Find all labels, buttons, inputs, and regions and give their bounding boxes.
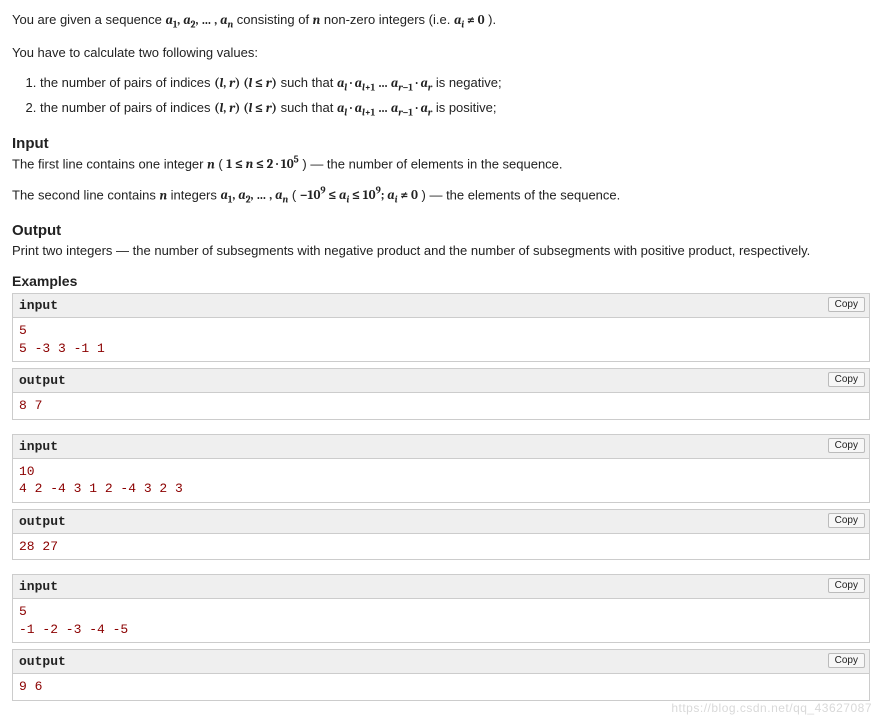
- copy-button[interactable]: Copy: [828, 513, 865, 528]
- text: the number of pairs of indices: [40, 75, 214, 90]
- text: integers: [171, 187, 221, 202]
- input-p2: The second line contains n integers a1, …: [12, 185, 870, 209]
- input-label: input: [19, 298, 58, 313]
- example-output-text: 8 7: [13, 393, 869, 419]
- block-header: output Copy: [13, 650, 869, 674]
- list-item: the number of pairs of indices (l, r) (l…: [40, 73, 870, 96]
- copy-button[interactable]: Copy: [828, 372, 865, 387]
- text: The second line contains: [12, 187, 159, 202]
- copy-button[interactable]: Copy: [828, 653, 865, 668]
- problem-statement-p2: You have to calculate two following valu…: [12, 43, 870, 63]
- input-label: input: [19, 579, 58, 594]
- math-product: al · al+1 … ar−1 · ar: [337, 76, 432, 91]
- block-header: input Copy: [13, 575, 869, 599]
- example-input-block: input Copy 5 -1 -2 -3 -4 -5: [12, 574, 870, 643]
- values-list: the number of pairs of indices (l, r) (l…: [12, 73, 870, 121]
- text: is positive;: [436, 100, 497, 115]
- math-n: n: [159, 188, 167, 203]
- example-output-block: output Copy 9 6: [12, 649, 870, 701]
- list-item: the number of pairs of indices (l, r) (l…: [40, 98, 870, 121]
- example-input-block: input Copy 5 5 -3 3 -1 1: [12, 293, 870, 362]
- example-group: input Copy 10 4 2 -4 3 1 2 -4 3 2 3 outp…: [12, 434, 870, 561]
- example-output-block: output Copy 28 27: [12, 509, 870, 561]
- example-group: input Copy 5 -1 -2 -3 -4 -5 output Copy …: [12, 574, 870, 701]
- block-header: input Copy: [13, 435, 869, 459]
- math-pair: (l, r) (l ≤ r): [214, 101, 277, 116]
- example-input-text: 5 -1 -2 -3 -4 -5: [13, 599, 869, 642]
- examples-heading: Examples: [12, 273, 870, 289]
- output-heading: Output: [12, 222, 870, 239]
- watermark: https://blog.csdn.net/qq_43627087: [671, 701, 872, 715]
- text: ).: [488, 12, 496, 27]
- text: ) — the elements of the sequence.: [422, 187, 621, 202]
- example-input-text: 5 5 -3 3 -1 1: [13, 318, 869, 361]
- example-group: input Copy 5 5 -3 3 -1 1 output Copy 8 7: [12, 293, 870, 420]
- text: such that: [281, 75, 337, 90]
- math-pair: (l, r) (l ≤ r): [214, 76, 277, 91]
- output-label: output: [19, 514, 66, 529]
- example-output-text: 9 6: [13, 674, 869, 700]
- math-range: 1 ≤ n ≤ 2 · 105: [226, 157, 298, 172]
- block-header: input Copy: [13, 294, 869, 318]
- math-seq: a1, a2, … , an: [165, 13, 233, 28]
- text: ) — the number of elements in the sequen…: [302, 156, 562, 171]
- math-n: n: [313, 13, 321, 28]
- math-n: n: [207, 157, 215, 172]
- example-output-text: 28 27: [13, 534, 869, 560]
- text: such that: [281, 100, 337, 115]
- block-header: output Copy: [13, 369, 869, 393]
- output-label: output: [19, 373, 66, 388]
- problem-statement-p1: You are given a sequence a1, a2, … , an …: [12, 10, 870, 33]
- output-label: output: [19, 654, 66, 669]
- text: You are given a sequence: [12, 12, 165, 27]
- math-product: al · al+1 … ar−1 · ar: [337, 101, 432, 116]
- text: non-zero integers (i.e.: [324, 12, 454, 27]
- example-input-block: input Copy 10 4 2 -4 3 1 2 -4 3 2 3: [12, 434, 870, 503]
- copy-button[interactable]: Copy: [828, 297, 865, 312]
- text: the number of pairs of indices: [40, 100, 214, 115]
- example-output-block: output Copy 8 7: [12, 368, 870, 420]
- math-cond: ai ≠ 0: [454, 13, 485, 28]
- text: consisting of: [237, 12, 313, 27]
- copy-button[interactable]: Copy: [828, 438, 865, 453]
- input-p1: The first line contains one integer n ( …: [12, 154, 870, 175]
- copy-button[interactable]: Copy: [828, 578, 865, 593]
- math-seq: a1, a2, … , an: [221, 188, 289, 203]
- math-range: −109 ≤ ai ≤ 109; ai ≠ 0: [300, 188, 418, 203]
- text: (: [292, 187, 296, 202]
- text: The first line contains one integer: [12, 156, 207, 171]
- example-input-text: 10 4 2 -4 3 1 2 -4 3 2 3: [13, 459, 869, 502]
- output-p: Print two integers — the number of subse…: [12, 241, 870, 261]
- block-header: output Copy: [13, 510, 869, 534]
- text: (: [218, 156, 222, 171]
- input-label: input: [19, 439, 58, 454]
- input-heading: Input: [12, 135, 870, 152]
- text: is negative;: [436, 75, 502, 90]
